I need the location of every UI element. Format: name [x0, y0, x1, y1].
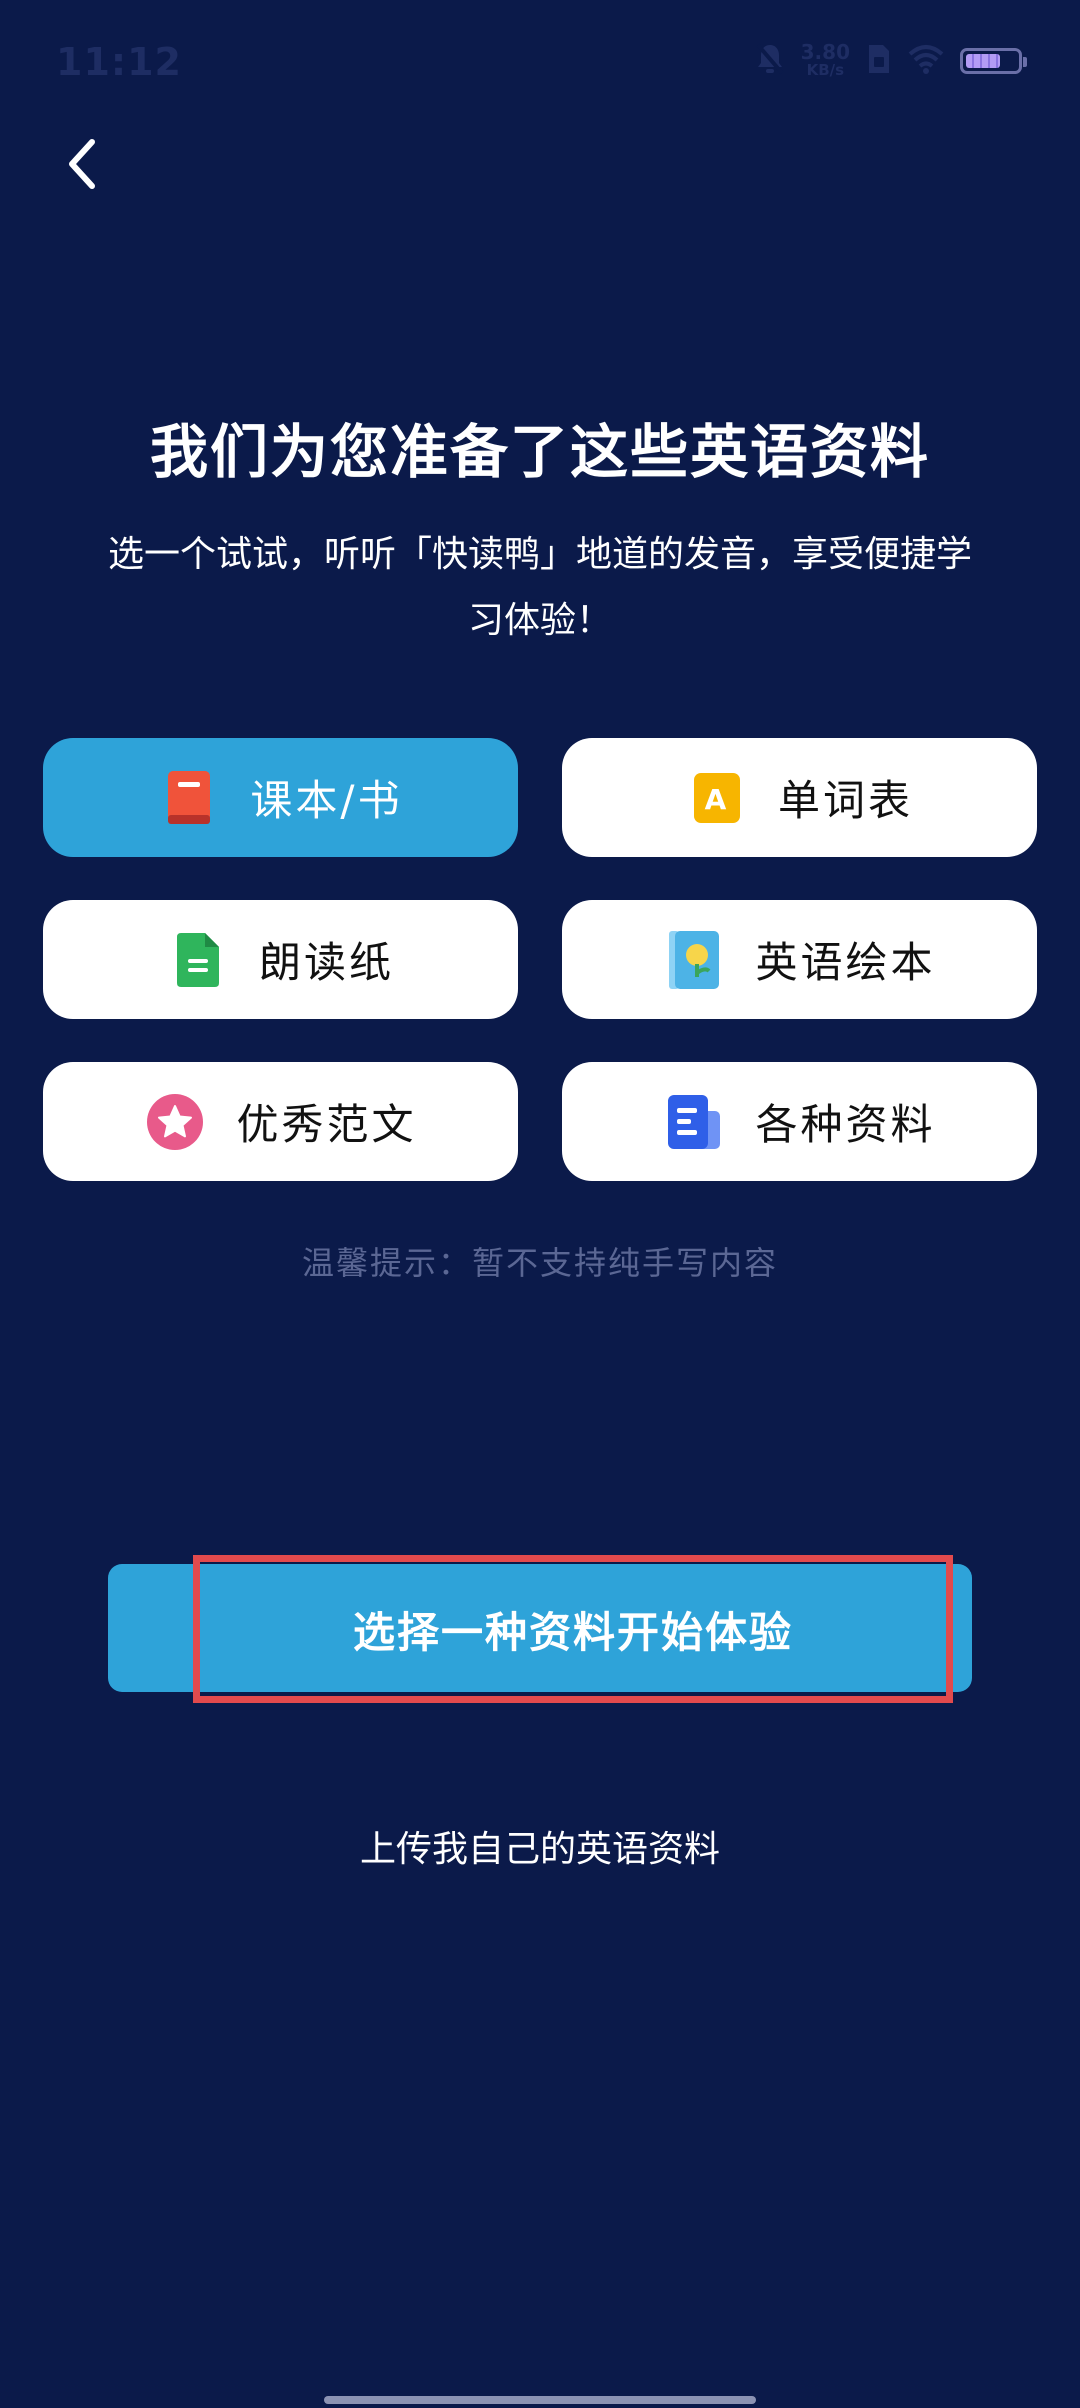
option-reading-paper[interactable]: 朗读纸	[43, 900, 518, 1019]
tip-text: 温馨提示：暂不支持纯手写内容	[301, 1244, 778, 1282]
start-experience-button[interactable]: 选择一种资料开始体验	[200, 1562, 946, 1696]
option-various-materials[interactable]: 各种资料	[562, 1062, 1037, 1181]
page-title: 我们为您准备了这些英语资料	[149, 418, 930, 486]
option-picture-book[interactable]: 英语绘本	[562, 900, 1037, 1019]
svg-text:A: A	[705, 783, 730, 816]
option-label: 朗读纸	[258, 938, 394, 987]
mute-icon	[755, 42, 785, 80]
option-label: 课本/书	[250, 776, 403, 825]
status-bar: 11:12 3.80 KB/s	[0, 0, 1080, 120]
wifi-icon	[908, 44, 944, 78]
document-icon	[167, 929, 229, 991]
picture-book-icon	[663, 929, 725, 991]
network-speed-value: 3.80	[800, 40, 850, 64]
option-textbook[interactable]: 课本/书	[43, 738, 518, 857]
option-label: 各种资料	[755, 1100, 936, 1149]
sim-card-icon	[866, 43, 892, 79]
battery-icon	[960, 48, 1027, 74]
network-speed-unit: KB/s	[806, 61, 845, 79]
files-icon	[663, 1091, 725, 1153]
back-button[interactable]	[50, 128, 114, 200]
page-subtitle: 选一个试试，听听「快读鸭」地道的发音，享受便捷学习体验！	[107, 534, 972, 641]
status-time: 11:12	[56, 40, 182, 84]
option-model-essay[interactable]: 优秀范文	[43, 1062, 518, 1181]
upload-own-materials-link[interactable]: 上传我自己的英语资料	[0, 1820, 1080, 1872]
battery-level	[966, 54, 1000, 68]
star-icon	[144, 1091, 206, 1153]
chevron-left-icon	[69, 139, 95, 189]
option-word-list[interactable]: A 单词表	[562, 738, 1037, 857]
screen: 11:12 3.80 KB/s 我们为您准备了这些英语资料 选一个试试，听听「快…	[0, 0, 1080, 2408]
material-options: 课本/书 A 单词表 朗读纸 英语绘本 优秀范文 各种资料	[43, 738, 1037, 1181]
option-label: 英语绘本	[755, 938, 936, 987]
letter-a-icon: A	[686, 767, 748, 829]
network-speed: 3.80 KB/s	[800, 40, 850, 79]
book-icon	[158, 767, 220, 829]
status-icons: 3.80 KB/s	[755, 38, 1027, 84]
option-label: 优秀范文	[236, 1100, 417, 1149]
home-indicator[interactable]	[324, 2396, 756, 2404]
option-label: 单词表	[777, 776, 913, 825]
